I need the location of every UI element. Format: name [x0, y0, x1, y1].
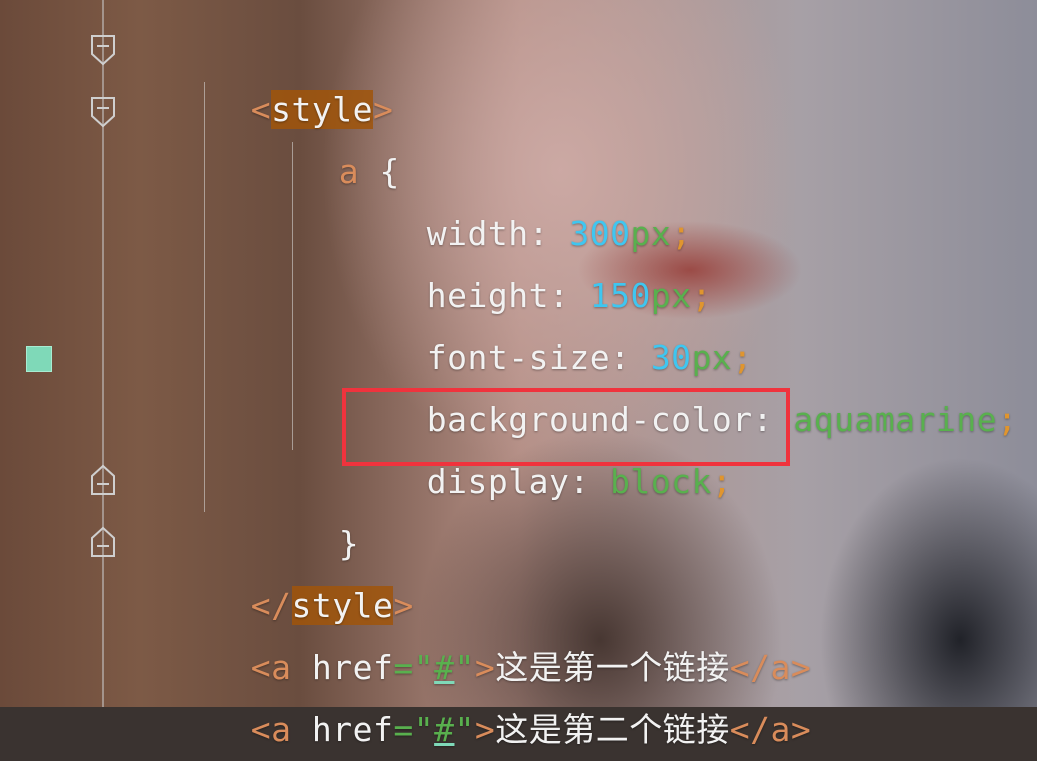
color-swatch-icon[interactable]	[26, 346, 52, 372]
code-line-width[interactable]: width: 300px;	[386, 141, 692, 253]
code-line-link-2[interactable]: <a href="#">这是第二个链接</a>	[210, 637, 811, 749]
highlight-box	[342, 388, 790, 466]
code-line-close-brace[interactable]: }	[298, 451, 359, 563]
code-line-background-color[interactable]: background-color: aquamarine;	[386, 327, 1017, 439]
code-line-style-open[interactable]: <style>	[210, 17, 393, 129]
fold-collapse-icon[interactable]	[90, 96, 116, 128]
code-line-style-close[interactable]: </style>	[210, 513, 414, 625]
fold-collapse-icon[interactable]	[90, 34, 116, 66]
code-line-height[interactable]: height: 150px;	[386, 203, 712, 315]
indent-guide-style	[204, 82, 205, 512]
fold-end-icon[interactable]	[90, 524, 116, 557]
code-line-font-size[interactable]: font-size: 30px;	[386, 265, 753, 377]
code-line-link-1[interactable]: <a href="#">这是第一个链接</a>	[210, 575, 811, 687]
code-line-selector[interactable]: a {	[298, 79, 400, 191]
fold-end-icon[interactable]	[90, 462, 116, 495]
indent-guide-rule	[292, 142, 293, 450]
